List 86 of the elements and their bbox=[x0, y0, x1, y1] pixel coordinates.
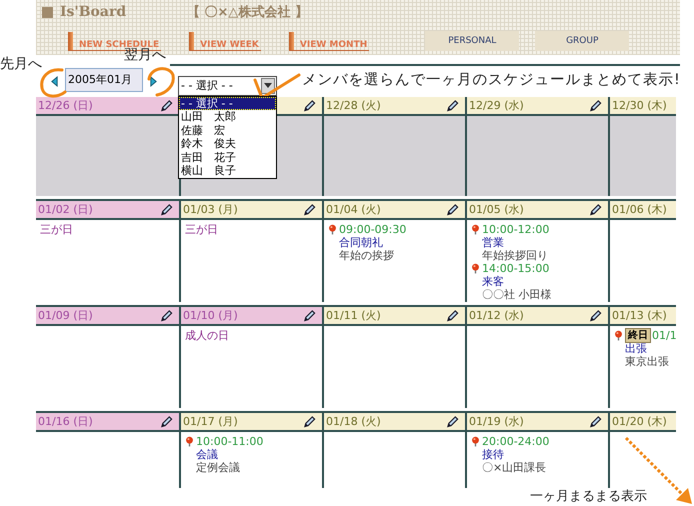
bar-icon bbox=[288, 32, 294, 50]
event-note: 定例会議 bbox=[195, 461, 241, 474]
event-note: 〇×山田課長 bbox=[481, 461, 548, 474]
pin-icon bbox=[471, 263, 480, 274]
dropdown-option[interactable]: - - 選択 - - bbox=[179, 96, 276, 110]
event-time: 09:00-09:30 bbox=[339, 223, 406, 236]
day-date: 01/13 (木) bbox=[612, 308, 667, 323]
event-note: 東京出張 bbox=[624, 355, 670, 368]
day-date: 01/20 (木) bbox=[612, 414, 667, 429]
bar-icon bbox=[189, 32, 194, 50]
event-time: 10:00-12:00 bbox=[482, 223, 550, 236]
member-select[interactable]: - - 選択 - - bbox=[178, 76, 277, 96]
previous-arrow-icon[interactable] bbox=[50, 76, 59, 87]
day-date: 01/03 (月) bbox=[183, 202, 238, 217]
nav-button[interactable]: GROUP bbox=[535, 31, 630, 51]
day-date: 12/28 (火) bbox=[326, 98, 381, 113]
pencil-icon[interactable] bbox=[303, 415, 316, 428]
day-date: 01/12 (水) bbox=[469, 308, 524, 323]
pin-icon bbox=[471, 224, 480, 235]
pencil-icon[interactable] bbox=[160, 203, 173, 216]
month-field[interactable]: 2005年01月 bbox=[65, 68, 143, 92]
annotation-text: メンバを選らんで一ヶ月のスケジュールまとめて表示! bbox=[302, 71, 680, 89]
pencil-icon[interactable] bbox=[160, 415, 173, 428]
pencil-icon[interactable] bbox=[160, 99, 173, 112]
dropdown-option[interactable]: 横山 良子 bbox=[179, 164, 276, 178]
dropdown-caret-icon bbox=[261, 78, 275, 94]
dropdown-option[interactable]: 吉田 花子 bbox=[179, 150, 276, 164]
event-title[interactable]: 来客 bbox=[471, 275, 605, 288]
day-date: 01/06 (木) bbox=[612, 202, 667, 217]
pencil-icon[interactable] bbox=[160, 309, 173, 322]
holiday-name: 成人の日 bbox=[185, 329, 230, 342]
holiday-name: 三が日 bbox=[40, 223, 74, 236]
dropdown-option[interactable]: 山田 太郎 bbox=[179, 110, 276, 124]
pencil-icon[interactable] bbox=[446, 309, 459, 322]
event-note: 年始の挨拶 bbox=[338, 249, 395, 262]
next-arrow-icon[interactable] bbox=[149, 76, 158, 87]
day-date: 01/18 (火) bbox=[326, 414, 381, 429]
app-logo: Is'Board bbox=[60, 4, 128, 20]
day-date: 01/17 (月) bbox=[183, 414, 238, 429]
day-date: 01/02 (日) bbox=[38, 202, 93, 217]
day-date: 01/19 (水) bbox=[469, 414, 524, 429]
day-date: 01/04 (火) bbox=[326, 202, 381, 217]
event-time: 01/1 bbox=[652, 329, 676, 342]
event-title[interactable]: 合同朝礼 bbox=[328, 236, 462, 249]
day-date: 01/09 (日) bbox=[38, 308, 93, 323]
event-note: 〇〇社 小田様 bbox=[481, 288, 552, 301]
company-name: 【 〇×△株式会社 】 bbox=[187, 4, 308, 21]
event-title[interactable]: 接待 bbox=[471, 448, 605, 461]
day-date: 12/29 (水) bbox=[469, 98, 524, 113]
event-note: 年始挨拶回り bbox=[481, 249, 549, 262]
event-title[interactable]: 会議 bbox=[185, 448, 319, 461]
event-time: 10:00-11:00 bbox=[196, 435, 264, 448]
day-date: 01/10 (月) bbox=[183, 308, 238, 323]
pencil-icon[interactable] bbox=[589, 415, 602, 428]
pin-icon bbox=[328, 224, 337, 235]
all-day-badge: 終日 bbox=[625, 328, 651, 343]
day-date: 12/26 (日) bbox=[38, 98, 93, 113]
day-date: 01/16 (日) bbox=[38, 414, 93, 429]
pencil-icon[interactable] bbox=[446, 415, 459, 428]
pencil-icon[interactable] bbox=[303, 203, 316, 216]
holiday-name: 三が日 bbox=[185, 223, 219, 236]
annotation-text: 一ヶ月まるまる表示 bbox=[530, 488, 647, 505]
nav-button[interactable]: PERSONAL bbox=[425, 31, 520, 51]
circle-scribble-drawing bbox=[38, 66, 68, 100]
dropdown-option[interactable]: 鈴木 俊夫 bbox=[179, 137, 276, 150]
event-title[interactable]: 出張 bbox=[614, 342, 673, 355]
pin-icon bbox=[471, 436, 480, 447]
dropdown-option[interactable]: 佐藤 宏 bbox=[179, 124, 276, 137]
pin-icon bbox=[185, 436, 194, 447]
pencil-icon[interactable] bbox=[303, 309, 316, 322]
event-title[interactable]: 営業 bbox=[471, 236, 605, 249]
day-date: 12/30 (木) bbox=[612, 98, 667, 113]
bar-icon bbox=[68, 32, 73, 50]
annotation-text: 先月へ bbox=[0, 55, 42, 73]
pencil-icon[interactable] bbox=[589, 203, 602, 216]
pencil-icon[interactable] bbox=[446, 203, 459, 216]
day-date: 01/11 (火) bbox=[326, 308, 381, 323]
pencil-icon[interactable] bbox=[589, 309, 602, 322]
pencil-icon[interactable] bbox=[446, 99, 459, 112]
pin-icon bbox=[614, 330, 623, 341]
day-date: 01/05 (水) bbox=[469, 202, 524, 217]
pencil-icon[interactable] bbox=[589, 99, 602, 112]
event-time: 20:00-24:00 bbox=[482, 435, 550, 448]
logo-square-icon bbox=[42, 6, 53, 18]
event-time: 14:00-15:00 bbox=[482, 262, 550, 275]
pencil-icon[interactable] bbox=[303, 99, 316, 112]
